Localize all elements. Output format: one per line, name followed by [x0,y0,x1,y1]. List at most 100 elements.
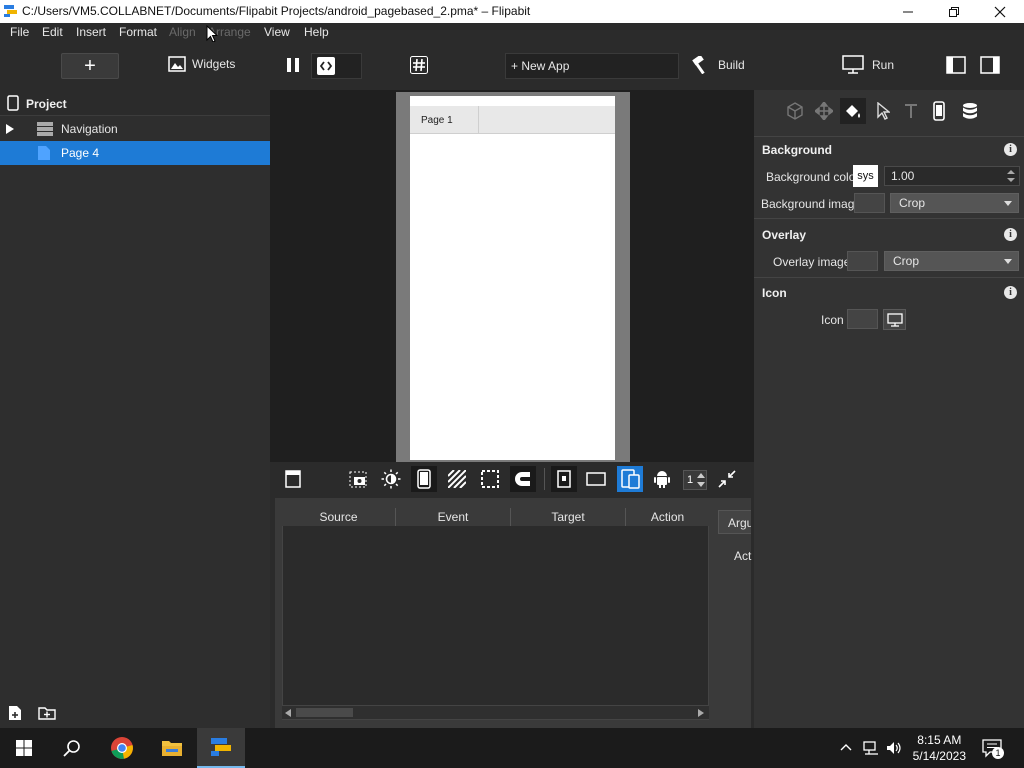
menu-insert[interactable]: Insert [76,25,106,39]
multi-device-toggle[interactable] [617,466,643,492]
maximize-button[interactable] [931,0,977,23]
volume-icon[interactable] [886,740,902,756]
run-button[interactable]: Run [842,55,894,75]
add-button[interactable]: + [61,53,119,79]
flipabit-icon [211,738,231,756]
minimize-button[interactable] [885,0,931,23]
icon-info-icon[interactable]: i [1004,286,1017,299]
windows-logo-icon [16,740,32,756]
page-frame-icon [285,470,301,488]
android-button[interactable] [649,466,675,492]
pause-button[interactable] [286,57,300,73]
code-icon [317,57,335,75]
pattern-button[interactable] [444,466,470,492]
scroll-left-icon[interactable] [285,709,291,717]
screenshot-button[interactable] [346,466,372,492]
page-tab[interactable]: Page 1 [410,106,479,134]
scroll-right-icon[interactable] [698,709,704,717]
toggle-left-panel-button[interactable] [946,56,966,74]
section-divider [754,218,1024,219]
overlay-info-icon[interactable]: i [1004,228,1017,241]
portrait-button[interactable] [551,466,577,492]
file-explorer-taskbar-button[interactable] [148,728,196,768]
collapse-button[interactable] [714,466,740,492]
tree-item-page-4[interactable]: Page 4 [0,141,270,165]
menu-edit[interactable]: Edit [42,25,63,39]
column-header-action[interactable]: Action [626,508,709,526]
spin-arrows-icon[interactable] [1007,169,1015,183]
selection-button[interactable] [477,466,503,492]
background-color-button[interactable]: sys [853,165,878,187]
brightness-button[interactable] [378,466,404,492]
add-folder-icon[interactable] [38,706,56,720]
main-toolbar: + Widgets + New App Build Run [0,42,1024,90]
menu-view[interactable]: View [264,25,290,39]
menu-help[interactable]: Help [304,25,329,39]
icon-preview-button[interactable] [883,309,906,330]
chevron-up-icon[interactable] [840,743,852,751]
device-screen[interactable] [410,96,615,460]
hatch-icon [448,470,466,488]
flipabit-taskbar-button[interactable] [197,728,245,768]
device-frame-toggle[interactable] [411,466,437,492]
marquee-icon [481,470,499,488]
column-header-target[interactable]: Target [511,508,626,526]
snap-magnet-toggle[interactable] [510,466,536,492]
mobile-icon[interactable] [933,101,945,121]
column-header-source[interactable]: Source [282,508,396,526]
tree-item-navigation[interactable]: Navigation [0,117,270,141]
pointer-icon[interactable] [876,102,890,120]
fill-tool-tab[interactable] [840,98,866,124]
text-icon[interactable] [904,103,918,119]
page-layout-button[interactable] [280,466,306,492]
project-footer [0,695,270,728]
chevron-down-icon [1004,259,1012,264]
toolbar-divider [544,468,545,490]
flipabit-app-icon [4,4,18,18]
menu-align[interactable]: Align [169,25,196,39]
toggle-right-panel-button[interactable] [980,56,1000,74]
close-button[interactable] [977,0,1023,23]
scroll-thumb[interactable] [296,708,353,717]
background-section-title[interactable]: Background [754,136,1024,164]
search-button[interactable] [48,728,96,768]
new-app-dropdown[interactable]: + New App [505,53,679,79]
build-button[interactable]: Build [690,56,745,74]
add-page-icon[interactable] [8,705,22,721]
column-header-event[interactable]: Event [396,508,511,526]
opacity-spinbox[interactable]: 1.00 [884,166,1020,186]
background-image-mode-select[interactable]: Crop [890,193,1019,213]
background-image-swatch[interactable] [854,193,885,213]
cube-icon[interactable] [787,102,803,120]
spin-arrows-icon[interactable] [697,473,705,487]
arguments-tab[interactable]: Argu [718,510,751,534]
icon-swatch[interactable] [847,309,878,329]
database-icon[interactable] [962,102,978,120]
collapse-arrows-icon [718,470,736,488]
widgets-button[interactable]: Widgets [168,56,235,72]
events-table[interactable] [282,508,709,720]
grid-button[interactable] [410,56,428,74]
horizontal-scrollbar[interactable] [282,705,709,719]
icon-section-title[interactable]: Icon [754,279,1024,307]
background-info-icon[interactable]: i [1004,143,1017,156]
project-header: Project [0,90,270,116]
menu-format[interactable]: Format [119,25,157,39]
move-icon[interactable] [815,102,833,120]
chrome-taskbar-button[interactable] [98,728,146,768]
brightness-icon [381,469,401,489]
start-button[interactable] [0,728,48,768]
system-clock[interactable]: 8:15 AM 5/14/2023 [913,732,966,764]
overlay-image-swatch[interactable] [847,251,878,271]
landscape-button[interactable] [583,466,609,492]
expand-arrow-icon[interactable] [6,124,14,134]
zoom-spinbox[interactable]: 1 [683,470,707,490]
notifications-button[interactable]: 1 [982,738,1004,759]
overlay-image-mode-select[interactable]: Crop [884,251,1019,271]
menu-file[interactable]: File [10,25,29,39]
network-icon[interactable] [863,740,879,756]
code-view-toggle[interactable] [311,53,362,79]
select-value: Crop [899,196,926,210]
windows-taskbar: 8:15 AM 5/14/2023 1 [0,728,1024,768]
overlay-section-title[interactable]: Overlay [754,221,1024,249]
